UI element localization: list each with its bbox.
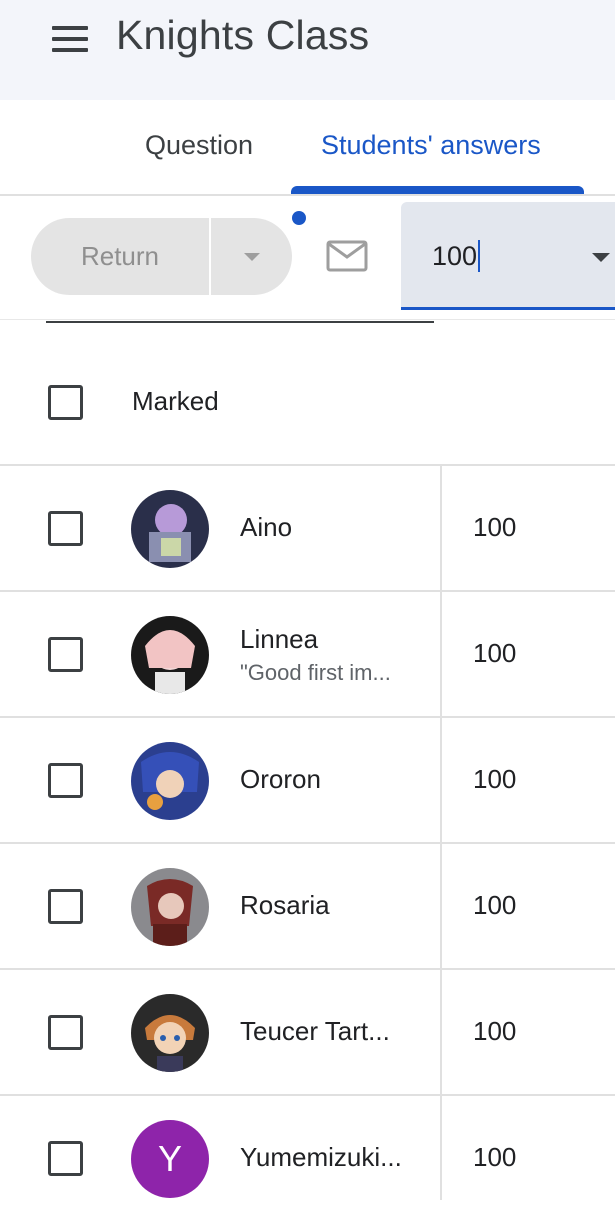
student-score[interactable]: 100 [473,764,516,795]
student-row[interactable]: Rosaria 100 [0,842,615,970]
return-button-group: Return [31,218,292,295]
score-column-divider [440,464,442,1200]
student-row[interactable]: Teucer Tart... 100 [0,968,615,1096]
student-checkbox[interactable] [48,511,83,546]
marked-header-label: Marked [132,386,219,416]
return-dropdown-button[interactable] [211,218,292,295]
tab-bar: Question Students' answers [0,100,615,196]
student-score[interactable]: 100 [473,1016,516,1047]
student-score[interactable]: 100 [473,638,516,669]
tab-question[interactable]: Question [145,130,253,161]
student-name: Teucer Tart... [240,1016,390,1046]
student-checkbox[interactable] [48,763,83,798]
student-checkbox[interactable] [48,889,83,924]
student-name: Linnea [240,624,319,654]
grade-select-field[interactable]: 100 [401,202,615,310]
student-score[interactable]: 100 [473,1142,516,1173]
student-name: Yumemizuki... [240,1142,402,1172]
class-title: Knights Class [116,12,370,58]
student-row[interactable]: Ororon 100 [0,716,615,844]
grade-value: 100 [432,240,481,272]
active-tab-indicator [291,186,584,194]
toolbar-underline [46,321,434,323]
email-icon[interactable] [326,240,368,277]
tab-students-answers[interactable]: Students' answers [321,130,541,161]
caret-down-icon [244,253,260,261]
student-avatar-letter: Y [131,1120,209,1198]
student-avatar [131,616,209,694]
student-avatar [131,742,209,820]
menu-icon[interactable] [52,26,88,52]
student-avatar [131,490,209,568]
student-avatar [131,868,209,946]
return-button[interactable]: Return [31,218,209,295]
avatar-letter: Y [157,1138,182,1179]
student-row[interactable]: Aino 100 [0,464,615,592]
student-row[interactable]: Y Yumemizuki... 100 [0,1094,615,1222]
student-name: Aino [240,512,293,542]
student-checkbox[interactable] [48,1015,83,1050]
student-avatar [131,994,209,1072]
app-bar: Knights Class [0,0,615,100]
select-all-checkbox[interactable] [48,385,83,420]
student-checkbox[interactable] [48,1141,83,1176]
toolbar-divider [0,319,615,320]
student-name: Ororon [240,764,321,794]
student-comment: "Good first im... [240,660,391,685]
student-score[interactable]: 100 [473,890,516,921]
student-score[interactable]: 100 [473,512,516,543]
notification-dot [292,211,306,225]
student-row[interactable]: Linnea "Good first im... 100 [0,590,615,718]
dropdown-caret-icon [592,253,610,262]
student-name: Rosaria [240,890,330,920]
student-checkbox[interactable] [48,637,83,672]
